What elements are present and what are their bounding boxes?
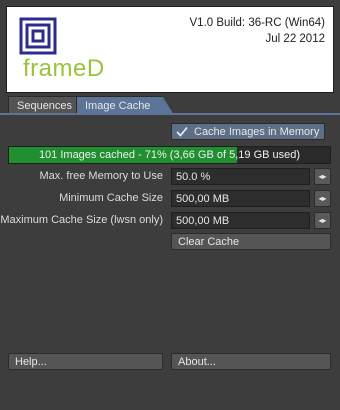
cache-images-label: Cache Images in Memory	[194, 126, 320, 138]
max-cache-size-stepper[interactable]: ◂▸	[314, 212, 331, 229]
image-cache-panel: Cache Images in Memory 101 Images cached…	[0, 115, 340, 340]
about-button[interactable]: About...	[171, 353, 331, 370]
header-banner: frameD V1.0 Build: 36-RC (Win64) Jul 22 …	[6, 6, 334, 93]
max-cache-size-field[interactable]: 500,00 MB	[171, 212, 310, 229]
build-date: Jul 22 2012	[265, 33, 325, 45]
version-line: V1.0 Build: 36-RC (Win64)	[189, 17, 326, 29]
footer-bar: Help... About...	[0, 340, 340, 410]
logo-text: frameD	[23, 55, 105, 82]
min-cache-size-label: Minimum Cache Size	[59, 192, 163, 204]
tab-bar: Sequences Image Cache	[6, 96, 334, 115]
max-free-memory-field[interactable]: 50.0 %	[171, 168, 310, 185]
version-info: V1.0 Build: 36-RC (Win64) Jul 22 2012	[190, 15, 326, 47]
help-button[interactable]: Help...	[8, 353, 163, 370]
cache-images-toggle[interactable]: Cache Images in Memory	[171, 123, 325, 140]
max-free-memory-stepper[interactable]: ◂▸	[314, 168, 331, 185]
cache-progress-bar: 101 Images cached - 71% (3,66 GB of 5,19…	[8, 146, 331, 164]
checkmark-icon	[176, 126, 188, 137]
max-cache-size-label: Maximum Cache Size (lwsn only)	[0, 214, 163, 226]
min-cache-size-stepper[interactable]: ◂▸	[314, 190, 331, 207]
min-cache-size-field[interactable]: 500,00 MB	[171, 190, 310, 207]
clear-cache-button[interactable]: Clear Cache	[171, 233, 331, 250]
max-free-memory-label: Max. free Memory to Use	[39, 170, 163, 182]
progress-text: 101 Images cached - 71% (3,66 GB of 5,19…	[38, 149, 301, 161]
